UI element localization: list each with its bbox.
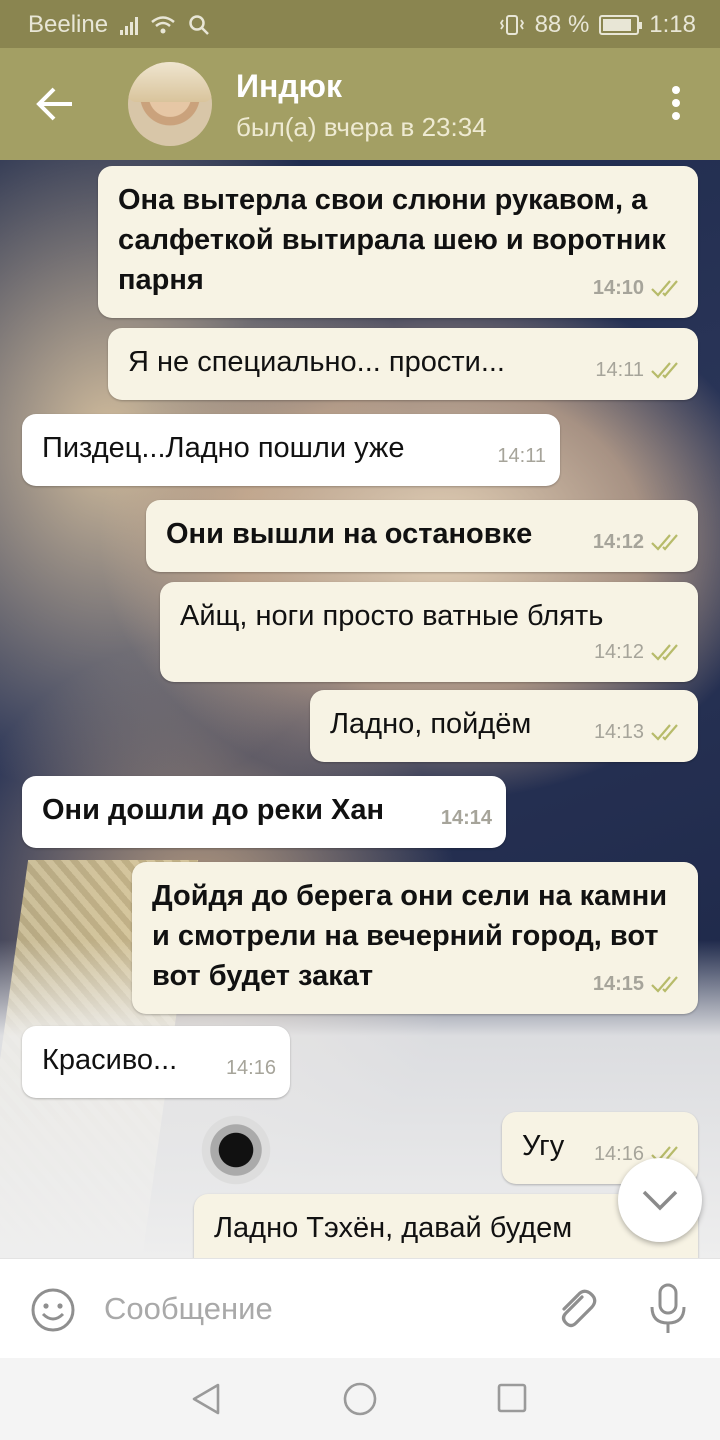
microphone-icon[interactable]: [648, 1283, 688, 1335]
chat-header: Индюк был(а) вчера в 23:34: [0, 48, 720, 160]
double-check-icon: [651, 976, 678, 993]
scroll-down-button[interactable]: [618, 1158, 702, 1242]
nav-back-icon[interactable]: [190, 1382, 224, 1416]
message-bubble[interactable]: Ладно, пойдём 14:13: [310, 690, 698, 762]
message-text: Ладно, пойдём: [330, 708, 532, 740]
message-meta: 14:11: [497, 436, 546, 476]
chat-background: Она вытерла свои слюни рукавом, а салфет…: [0, 160, 720, 1258]
more-options-icon[interactable]: [670, 86, 682, 126]
message-text: Они дошли до реки Хан: [42, 794, 384, 826]
status-bar: Beeline 88 % 1:18: [0, 0, 720, 48]
emoji-icon[interactable]: [30, 1287, 76, 1333]
message-time: 14:12: [593, 641, 644, 663]
message-meta: 14:10: [593, 268, 684, 308]
double-check-icon: [651, 280, 678, 297]
message-input[interactable]: [104, 1281, 524, 1337]
message-bubble[interactable]: Дойдя до берега они сели на камни и смот…: [132, 862, 698, 1014]
message-time: 14:10: [592, 277, 644, 299]
message-time: 14:11: [497, 445, 546, 467]
message-bubble[interactable]: Они вышли на остановке 14:12: [146, 500, 698, 572]
message-time: 14:16: [225, 1057, 276, 1079]
system-nav-bar: [0, 1358, 720, 1440]
message-text: Она вытерла свои слюни рукавом, а салфет…: [118, 184, 666, 296]
message-bubble[interactable]: Айщ, ноги просто ватные блять 14:12: [160, 582, 698, 682]
message-bubble[interactable]: Она вытерла свои слюни рукавом, а салфет…: [98, 166, 698, 318]
signal-icon: [120, 15, 139, 35]
double-check-icon: [651, 724, 678, 741]
message-text: Ладно Тэхён, давай будем: [214, 1212, 573, 1244]
message-text: Они вышли на остановке: [166, 518, 533, 550]
search-icon: [189, 15, 209, 35]
wallpaper-brooch: [196, 1110, 276, 1190]
contact-avatar[interactable]: [128, 62, 212, 146]
message-meta: 14:16: [226, 1048, 276, 1088]
message-bubble[interactable]: Я не специально... прости... 14:11: [108, 328, 698, 400]
message-bubble[interactable]: Красиво... 14:16: [22, 1026, 290, 1098]
double-check-icon: [651, 644, 678, 661]
message-meta: 14:12: [593, 522, 684, 562]
nav-recents-icon[interactable]: [496, 1382, 528, 1414]
message-time: 14:11: [595, 359, 644, 381]
message-text: Красиво...: [42, 1044, 178, 1076]
contact-name[interactable]: Индюк: [236, 68, 342, 105]
last-seen-status: был(а) вчера в 23:34: [236, 112, 487, 142]
battery-percent: 88 %: [534, 11, 590, 38]
carrier-label: Beeline: [28, 11, 109, 38]
message-text: Пиздец...Ладно пошли уже: [42, 432, 405, 464]
message-meta: 14:12: [594, 632, 684, 672]
nav-home-icon[interactable]: [342, 1381, 378, 1417]
message-meta: 14:14: [441, 798, 492, 838]
message-time: 14:14: [440, 807, 492, 829]
message-text: Айщ, ноги просто ватные блять: [180, 600, 604, 632]
back-arrow-icon[interactable]: [32, 84, 76, 124]
message-text: Я не специально... прости...: [128, 346, 505, 378]
message-composer: [0, 1258, 720, 1358]
message-meta: 14:13: [594, 712, 684, 752]
message-bubble[interactable]: Пиздец...Ладно пошли уже 14:11: [22, 414, 560, 486]
clock: 1:18: [649, 11, 696, 38]
vibrate-icon: [499, 15, 524, 35]
paperclip-icon[interactable]: [552, 1285, 600, 1333]
message-time: 14:12: [592, 531, 644, 553]
message-text: Угу: [522, 1130, 565, 1162]
battery-icon: [599, 15, 643, 35]
double-check-icon: [651, 362, 678, 379]
message-time: 14:13: [593, 721, 644, 743]
message-text: Дойдя до берега они сели на камни и смот…: [152, 880, 668, 992]
wifi-icon: [151, 16, 175, 34]
message-bubble[interactable]: Они дошли до реки Хан 14:14: [22, 776, 506, 848]
message-meta: 14:11: [595, 350, 684, 390]
message-meta: 14:15: [593, 964, 684, 1004]
double-check-icon: [651, 534, 678, 551]
message-time: 14:15: [592, 973, 644, 995]
chevron-down-icon: [642, 1190, 678, 1211]
